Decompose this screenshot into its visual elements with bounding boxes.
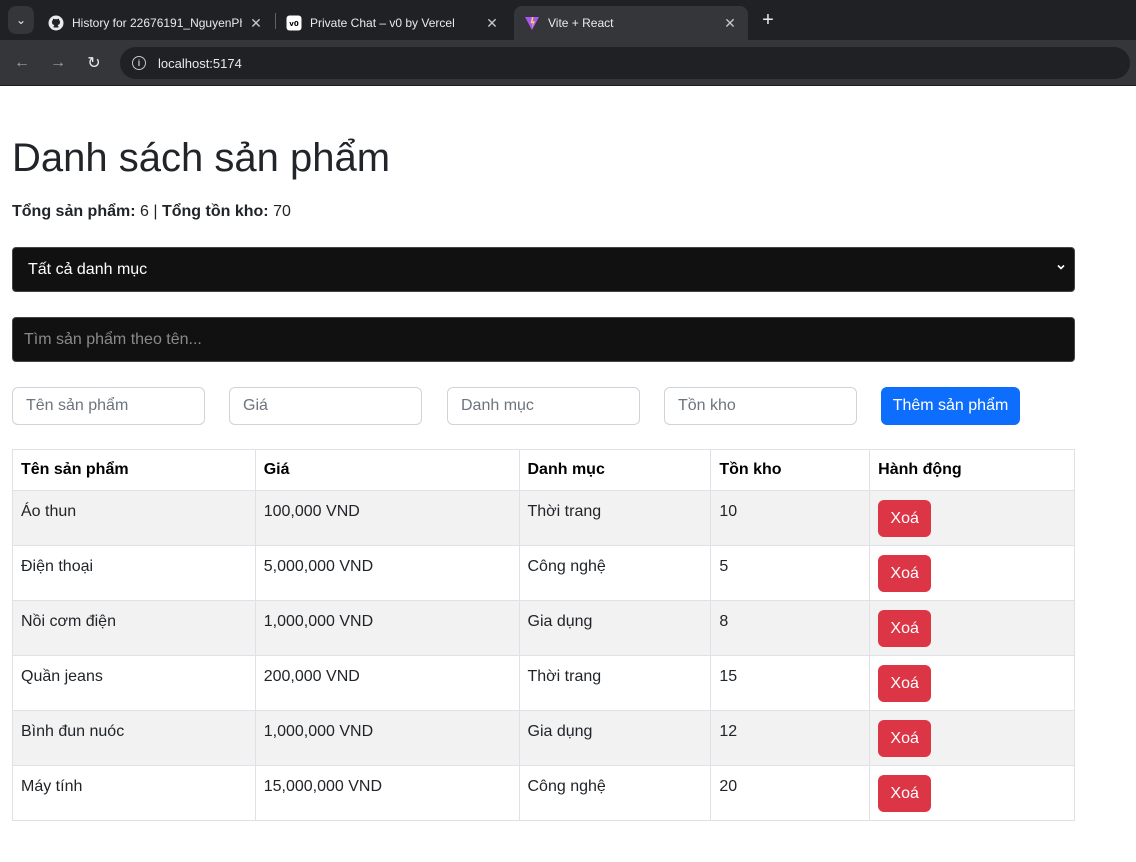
product-category-cell: Thời trang	[518, 490, 712, 546]
column-header-stock: Tồn kho	[710, 449, 871, 491]
product-price-cell: 5,000,000 VND	[254, 545, 520, 601]
search-input[interactable]	[12, 317, 1075, 362]
product-name-cell: Bình đun nuóc	[12, 710, 256, 766]
product-price-cell: 100,000 VND	[254, 490, 520, 546]
summary-line: Tổng sản phẩm: 6 | Tổng tồn kho: 70	[12, 203, 1075, 221]
total-stock-label: Tổng tồn kho:	[161, 203, 269, 220]
add-product-form: Thêm sản phẩm	[12, 387, 1075, 425]
delete-button[interactable]: Xoá	[878, 555, 932, 592]
back-arrow-icon[interactable]: ←	[10, 51, 34, 75]
product-price-cell: 1,000,000 VND	[254, 600, 520, 656]
product-stock-cell: 15	[710, 655, 871, 711]
action-cell: Xoá	[869, 655, 1075, 711]
product-price-cell: 200,000 VND	[254, 655, 520, 711]
table-row: Quần jeans 200,000 VND Thời trang 15 Xoá	[12, 655, 1075, 711]
tab-title: Vite + React	[548, 16, 614, 30]
table-row: Điện thoại 5,000,000 VND Công nghệ 5 Xoá	[12, 545, 1075, 601]
category-filter-select[interactable]: Tất cả danh mục	[12, 247, 1075, 292]
new-tab-plus-icon[interactable]: +	[756, 8, 780, 32]
page-content: Danh sách sản phẩm Tổng sản phẩm: 6 | Tổ…	[12, 86, 1075, 821]
delete-button[interactable]: Xoá	[878, 500, 932, 537]
product-category-cell: Gia dụng	[518, 710, 712, 766]
product-price-cell: 15,000,000 VND	[254, 765, 520, 821]
close-tab-icon[interactable]: ✕	[248, 15, 264, 31]
browser-tab-github[interactable]: History for 22676191_NguyenPhu ✕	[38, 6, 274, 40]
tab-search-chevron-icon[interactable]: ⌄	[8, 6, 34, 34]
column-header-category: Danh mục	[518, 449, 712, 491]
product-name-cell: Điện thoại	[12, 545, 256, 601]
product-name-cell: Áo thun	[12, 490, 256, 546]
address-bar[interactable]: i localhost:5174	[120, 47, 1130, 79]
column-header-price: Giá	[254, 449, 520, 491]
action-cell: Xoá	[869, 490, 1075, 546]
product-stock-cell: 5	[710, 545, 871, 601]
delete-button[interactable]: Xoá	[878, 775, 932, 812]
product-stock-cell: 20	[710, 765, 871, 821]
svg-text:v0: v0	[289, 20, 299, 28]
product-name-cell: Máy tính	[12, 765, 256, 821]
product-category-cell: Gia dụng	[518, 600, 712, 656]
table-row: Máy tính 15,000,000 VND Công nghệ 20 Xoá	[12, 765, 1075, 821]
product-price-cell: 1,000,000 VND	[254, 710, 520, 766]
table-row: Áo thun 100,000 VND Thời trang 10 Xoá	[12, 490, 1075, 546]
page-title: Danh sách sản phẩm	[12, 136, 391, 180]
products-table: Tên sản phẩm Giá Danh mục Tồn kho Hành đ…	[12, 449, 1075, 821]
browser-toolbar: ← → ↻ i localhost:5174	[0, 40, 1136, 86]
product-name-cell: Nồi cơm điện	[12, 600, 256, 656]
action-cell: Xoá	[869, 545, 1075, 601]
site-info-icon[interactable]: i	[132, 56, 146, 70]
table-row: Nồi cơm điện 1,000,000 VND Gia dụng 8 Xo…	[12, 600, 1075, 656]
action-cell: Xoá	[869, 710, 1075, 766]
product-category-cell: Công nghệ	[518, 765, 712, 821]
column-header-action: Hành động	[869, 449, 1075, 491]
browser-tab-vite[interactable]: Vite + React ✕	[514, 6, 748, 40]
github-icon	[48, 15, 64, 31]
action-cell: Xoá	[869, 765, 1075, 821]
tab-title: History for 22676191_NguyenPhu	[72, 16, 242, 30]
close-tab-icon[interactable]: ✕	[484, 15, 500, 31]
total-stock-value: 70	[273, 203, 291, 220]
product-stock-cell: 12	[710, 710, 871, 766]
forward-arrow-icon[interactable]: →	[46, 51, 70, 75]
product-name-input[interactable]	[12, 387, 205, 425]
browser-tab-v0[interactable]: v0 Private Chat – v0 by Vercel ✕	[276, 6, 510, 40]
close-tab-icon[interactable]: ✕	[722, 15, 738, 31]
add-product-button[interactable]: Thêm sản phẩm	[881, 387, 1020, 425]
total-products-label: Tổng sản phẩm:	[12, 203, 136, 220]
product-category-cell: Thời trang	[518, 655, 712, 711]
table-row: Bình đun nuóc 1,000,000 VND Gia dụng 12 …	[12, 710, 1075, 766]
tab-title: Private Chat – v0 by Vercel	[310, 16, 455, 30]
summary-separator: |	[153, 203, 158, 220]
product-category-cell: Công nghệ	[518, 545, 712, 601]
action-cell: Xoá	[869, 600, 1075, 656]
v0-icon: v0	[286, 15, 302, 31]
delete-button[interactable]: Xoá	[878, 610, 932, 647]
product-stock-input[interactable]	[664, 387, 857, 425]
delete-button[interactable]: Xoá	[878, 720, 932, 757]
delete-button[interactable]: Xoá	[878, 665, 932, 702]
table-header-row: Tên sản phẩm Giá Danh mục Tồn kho Hành đ…	[12, 449, 1075, 491]
category-filter-value: Tất cả danh mục	[28, 260, 148, 278]
reload-icon[interactable]: ↻	[82, 51, 106, 75]
product-stock-cell: 10	[710, 490, 871, 546]
product-stock-cell: 8	[710, 600, 871, 656]
browser-tab-bar: ⌄ History for 22676191_NguyenPhu ✕ v0 Pr…	[0, 0, 1136, 40]
total-products-value: 6	[140, 203, 149, 220]
product-category-input[interactable]	[447, 387, 640, 425]
vite-icon	[524, 15, 540, 31]
product-price-input[interactable]	[229, 387, 422, 425]
product-name-cell: Quần jeans	[12, 655, 256, 711]
chevron-down-icon	[1056, 262, 1066, 272]
column-header-name: Tên sản phẩm	[12, 449, 256, 491]
address-url: localhost:5174	[158, 55, 242, 71]
